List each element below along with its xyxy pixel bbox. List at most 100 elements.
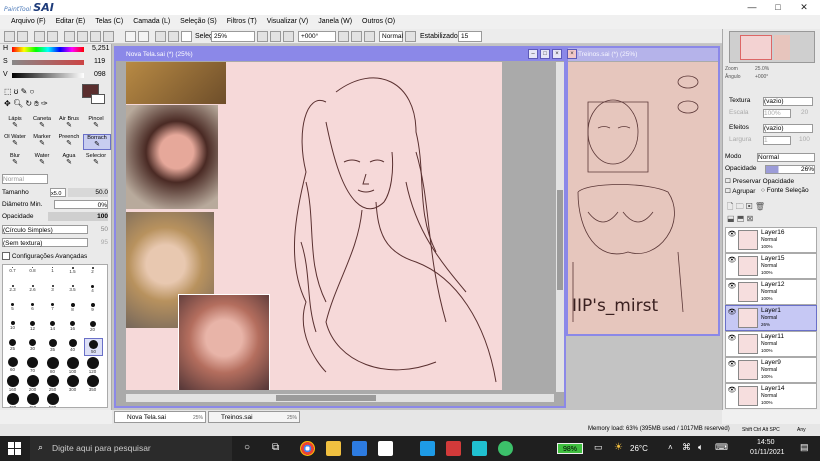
nav-angle-value[interactable]: +000° — [755, 74, 768, 80]
close-button[interactable]: ✕ — [792, 0, 816, 15]
zoom-in-button[interactable] — [270, 31, 281, 42]
brush-shape-select[interactable]: (Círculo Simples) — [2, 225, 88, 234]
brush-size-cell[interactable]: 50 — [84, 338, 103, 356]
angle-field[interactable]: +000° — [298, 31, 336, 42]
zoom-tool-icon[interactable]: ○ — [30, 87, 35, 96]
brush-size-cell[interactable]: 20 — [84, 320, 101, 336]
main-vertical-scrollbar[interactable] — [556, 62, 564, 392]
visibility-eye-icon[interactable]: 👁︎ — [727, 386, 737, 395]
secondary-color-swatch[interactable] — [91, 94, 105, 104]
menu-filtros[interactable]: Filtros (T) — [222, 15, 262, 29]
brush-size-cell[interactable]: 250 — [44, 374, 61, 392]
network-icon[interactable]: ⌘ — [682, 442, 691, 453]
invert-selection-button[interactable] — [47, 31, 58, 42]
second-doc-close-button[interactable]: × — [567, 49, 577, 59]
main-canvas[interactable] — [126, 62, 502, 390]
rotate-button[interactable] — [103, 31, 114, 42]
brush-size-cell[interactable]: 70 — [24, 356, 41, 373]
start-button[interactable] — [8, 442, 21, 455]
layer-row[interactable]: 👁︎ Layer15 Normal 100% — [725, 253, 817, 279]
brush-size-cell[interactable]: 0.7 — [4, 266, 21, 282]
brush-size-cell[interactable]: 80 — [44, 356, 61, 374]
brush-size-cell[interactable]: 5 — [4, 302, 21, 318]
layer-row[interactable]: 👁︎ Layer1 Normal 26% — [725, 305, 817, 331]
transfer-down-icon[interactable]: ⬓ — [727, 214, 735, 223]
brush-size-cell[interactable]: 14 — [44, 320, 61, 336]
layer-row[interactable]: 👁︎ Layer16 Normal 100% — [725, 227, 817, 253]
min-diameter-value[interactable]: 0% — [54, 200, 108, 209]
brush-size-cell[interactable]: 1 — [44, 266, 61, 282]
clock-time[interactable]: 14:50 — [757, 439, 775, 446]
tool-selector[interactable]: Selecior ✎ — [83, 153, 109, 167]
size-value[interactable]: 50.0 — [68, 188, 108, 197]
value-slider[interactable] — [12, 73, 84, 78]
brush-size-cell[interactable]: 100 — [64, 356, 81, 374]
brush-size-cell[interactable]: 40 — [64, 338, 81, 354]
brush-size-cell[interactable]: 2.6 — [24, 284, 41, 300]
minimize-button[interactable]: — — [740, 0, 764, 15]
tool-fill[interactable]: Preench ✎ — [56, 134, 82, 148]
visibility-eye-icon[interactable]: 👁︎ — [727, 230, 737, 239]
size-multiplier[interactable]: x5.0 — [50, 188, 66, 197]
brush-size-cell[interactable]: 200 — [24, 374, 41, 392]
navigator-preview[interactable] — [729, 31, 815, 63]
brush-size-cell[interactable]: 12 — [24, 320, 41, 336]
hand-icon[interactable]: ✋︎ — [34, 99, 39, 108]
visibility-eye-icon[interactable]: 👁︎ — [727, 334, 737, 343]
taskbar-search-box[interactable]: ⌕ Digite aqui para pesquisar — [30, 436, 232, 461]
brush-size-cell[interactable]: 0.8 — [24, 266, 41, 282]
tool-eraser[interactable]: Borrach ✎ — [83, 133, 111, 150]
task-view-icon[interactable]: ⧉ — [272, 442, 279, 453]
lasso-icon[interactable]: ʊ — [14, 87, 19, 96]
selection-checkbox[interactable] — [181, 31, 192, 42]
merge-down-icon[interactable]: ⬒ — [737, 214, 745, 223]
brush-size-cell[interactable]: 3 — [44, 284, 61, 300]
brush-size-cell[interactable]: 4 — [84, 284, 101, 300]
battery-indicator[interactable]: 98% — [557, 443, 583, 454]
menu-visualizar[interactable]: Visualizar (V) — [262, 15, 314, 29]
hue-slider[interactable] — [12, 47, 84, 52]
tool-marker[interactable]: Marker ✎ — [29, 134, 55, 148]
main-doc-minimize-button[interactable]: – — [528, 49, 538, 59]
menu-selecao[interactable]: Seleção (S) — [175, 15, 222, 29]
flip-button[interactable] — [90, 31, 101, 42]
brush-size-cell[interactable]: 300 — [64, 374, 81, 392]
brush-size-cell[interactable]: 35 — [44, 338, 61, 354]
advanced-checkbox[interactable] — [2, 252, 10, 261]
brush-size-cell[interactable]: 450 — [24, 392, 41, 407]
tray-chevron-icon[interactable]: ˄ — [668, 443, 673, 452]
zoom-reset-button[interactable] — [283, 31, 294, 42]
stabilizer-select[interactable]: 15 — [458, 31, 482, 42]
tool-airbrush[interactable]: Air Brus ✎ — [56, 116, 82, 130]
layer-mode-select[interactable]: Normal — [757, 153, 815, 162]
brush-size-cell[interactable]: 2.3 — [4, 284, 21, 300]
main-vertical-scroll-thumb[interactable] — [557, 190, 563, 290]
tool-brush[interactable]: Pincel ✎ — [83, 116, 109, 130]
tool-oil-water[interactable]: Ol Water ✎ — [2, 134, 28, 148]
delete-layer-icon[interactable]: 🗑︎ — [755, 202, 765, 211]
visibility-eye-icon[interactable]: 👁︎ — [727, 308, 737, 317]
main-horizontal-scrollbar[interactable] — [126, 394, 554, 402]
brush-size-cell[interactable]: 60 — [4, 356, 21, 372]
app-icon-3[interactable] — [472, 441, 487, 456]
effects-select[interactable]: (vazio) — [763, 124, 813, 133]
transform-button[interactable] — [77, 31, 88, 42]
deselect-button[interactable] — [34, 31, 45, 42]
brush-opacity-value[interactable]: 100 — [48, 212, 108, 221]
notification-icon[interactable]: ▤ — [800, 442, 809, 453]
second-canvas[interactable]: IIP's_mirst — [568, 62, 718, 334]
preserve-opacity-row[interactable]: ☐ Preservar Opacidade — [725, 177, 794, 185]
app-icon-l[interactable] — [420, 441, 435, 456]
rotate-reset-button[interactable] — [364, 31, 375, 42]
brush-size-cell[interactable]: 7 — [44, 302, 61, 318]
speaker-icon[interactable]: 🔈︎ — [698, 442, 703, 453]
battery-icon[interactable]: ▭ — [594, 442, 603, 453]
main-doc-maximize-button[interactable]: □ — [540, 49, 550, 59]
brush-size-cell[interactable]: 9 — [84, 302, 101, 318]
brush-size-cell[interactable]: 3.5 — [64, 284, 81, 300]
brush-size-cell[interactable]: 500 — [44, 392, 61, 407]
disabled-button-2[interactable] — [138, 31, 149, 42]
chrome-icon[interactable] — [300, 441, 315, 456]
file-explorer-icon[interactable] — [326, 441, 341, 456]
brush-size-cell[interactable]: 25 — [4, 338, 21, 354]
